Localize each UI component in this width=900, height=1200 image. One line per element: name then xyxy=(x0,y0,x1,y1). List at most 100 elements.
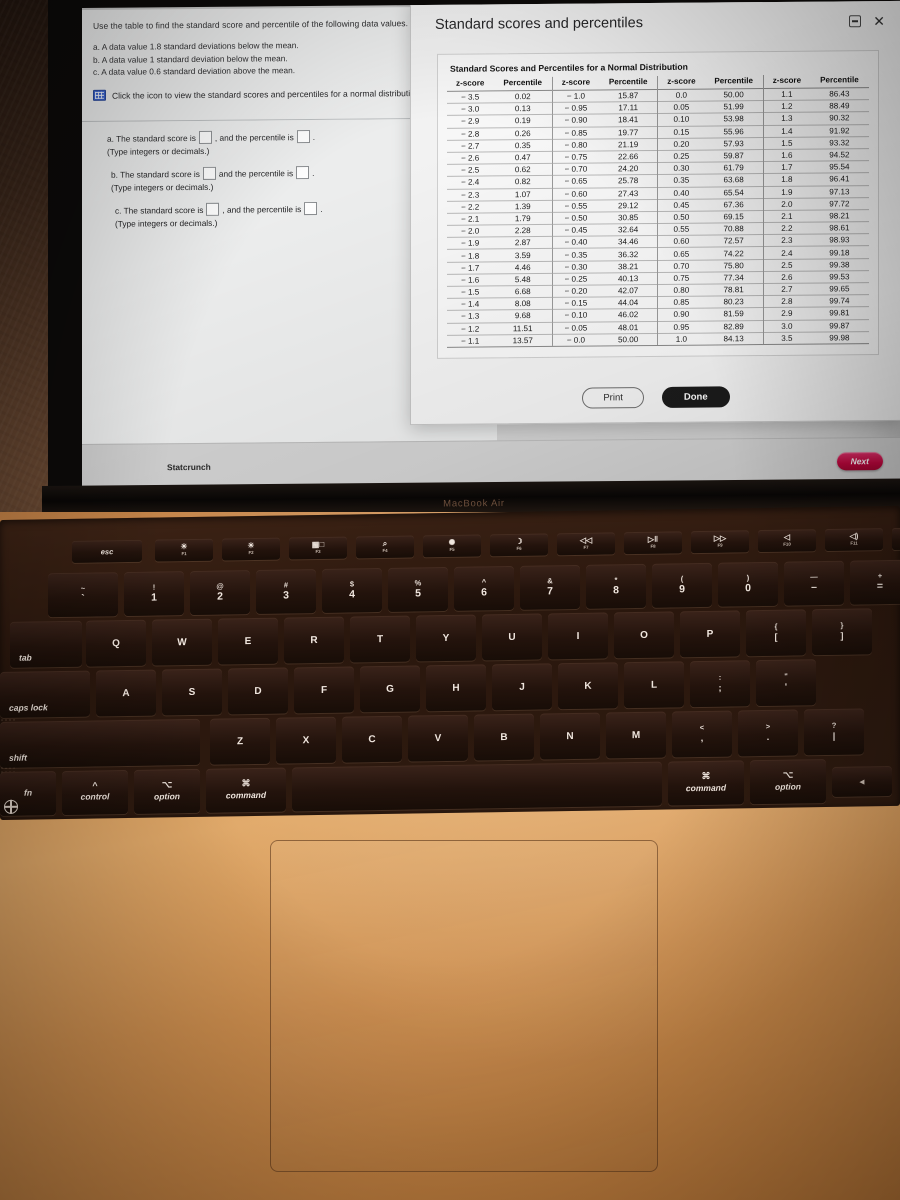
key-v[interactable]: V xyxy=(408,714,468,762)
key-y[interactable]: Y xyxy=(416,614,476,662)
table-cell: − 0.85 xyxy=(552,126,599,140)
table-cell: 99.74 xyxy=(809,294,869,308)
key-w[interactable]: W xyxy=(152,618,212,666)
table-grid-icon[interactable] xyxy=(93,89,106,102)
key-7[interactable]: & 7 xyxy=(520,564,580,610)
trackpad[interactable] xyxy=(270,840,658,1172)
key-i[interactable]: I xyxy=(548,612,608,660)
table-cell: 55.96 xyxy=(704,125,764,138)
key-f1[interactable]: ☀ F1 xyxy=(155,538,213,562)
key-tab[interactable]: tab xyxy=(10,620,82,668)
key-1[interactable]: ! 1 xyxy=(124,571,184,617)
key->[interactable]: >. xyxy=(738,709,798,757)
key-t[interactable]: T xyxy=(350,615,410,663)
table-cell: − 1.5 xyxy=(447,285,494,299)
key-{[interactable]: {[ xyxy=(746,609,806,657)
table-cell: 0.25 xyxy=(657,150,705,163)
key-}[interactable]: }] xyxy=(812,608,872,656)
key-f7[interactable]: ◁◁ F7 xyxy=(557,532,615,556)
key-f5[interactable]: ✺ F5 xyxy=(423,534,481,558)
key-`[interactable]: ~ ` xyxy=(48,572,118,618)
key-caps-lock[interactable]: caps lock xyxy=(0,670,90,718)
key-5[interactable]: % 5 xyxy=(388,566,448,612)
answer-b-percentile-input[interactable] xyxy=(296,166,310,180)
key-k[interactable]: K xyxy=(558,662,618,710)
key-?[interactable]: ? | xyxy=(804,708,864,756)
key-c[interactable]: C xyxy=(342,715,402,763)
key-j[interactable]: J xyxy=(492,663,552,711)
arrow-left-icon[interactable]: ◂ xyxy=(832,765,892,797)
table-cell: 70.88 xyxy=(704,222,764,236)
table-cell: 74.22 xyxy=(704,246,764,260)
key-f11[interactable]: ◁) F11 xyxy=(825,528,883,552)
key-p[interactable]: P xyxy=(680,610,740,658)
key-d[interactable]: D xyxy=(228,667,288,715)
dialog-window-controls: ✕ xyxy=(849,13,885,29)
key-x[interactable]: X xyxy=(276,716,336,764)
table-cell: − 1.0 xyxy=(552,89,599,103)
key-f3[interactable]: ▦□ F3 xyxy=(289,536,347,560)
answer-b-score-input[interactable] xyxy=(202,166,216,180)
key-4[interactable]: $4 xyxy=(322,567,382,613)
table-cell: − 2.5 xyxy=(447,164,494,177)
key-3[interactable]: #3 xyxy=(256,569,316,614)
key-s[interactable]: S xyxy=(162,668,222,716)
key-r[interactable]: R xyxy=(284,616,344,664)
key-top-label: ( xyxy=(680,574,684,584)
answer-c-score-input[interactable] xyxy=(206,202,220,216)
key-f8[interactable]: ▷‖ F8 xyxy=(624,531,682,555)
fn-key-glyph-icon: ▦□ xyxy=(311,539,325,550)
table-cell: 53.98 xyxy=(704,112,764,126)
key-"[interactable]: " ' xyxy=(756,659,816,707)
key-option[interactable]: ⌥ option xyxy=(134,768,200,814)
close-icon[interactable]: ✕ xyxy=(873,13,885,29)
answer-a-percentile-input[interactable] xyxy=(296,130,310,144)
minimize-icon[interactable] xyxy=(849,15,862,28)
done-button[interactable]: Done xyxy=(661,386,730,408)
key-a[interactable]: A xyxy=(96,669,156,717)
key-f6[interactable]: ☽ F6 xyxy=(490,533,548,557)
key-esc[interactable]: esc xyxy=(72,539,142,563)
key-0[interactable]: ) 0 xyxy=(718,561,778,607)
statcrunch-link[interactable]: Statcrunch xyxy=(167,461,211,471)
next-button[interactable]: Next xyxy=(836,451,883,470)
table-cell: − 0.10 xyxy=(552,309,599,322)
key-command[interactable]: ⌘ command xyxy=(668,760,744,806)
key-m[interactable]: M xyxy=(606,711,666,759)
key-h[interactable]: H xyxy=(426,664,486,712)
key-=[interactable]: + = xyxy=(850,559,900,605)
key-shift[interactable]: shift xyxy=(0,718,200,768)
key-n[interactable]: N xyxy=(540,712,600,760)
key-u[interactable]: U xyxy=(482,613,542,661)
key-e[interactable]: E xyxy=(218,617,278,665)
answer-c-percentile-input[interactable] xyxy=(304,201,318,216)
key-8[interactable]: * 8 xyxy=(586,563,646,609)
answer-a-score-input[interactable] xyxy=(198,130,212,144)
key-f4[interactable]: ⌕ F4 xyxy=(356,535,414,559)
key-f10[interactable]: ◁ F10 xyxy=(758,529,816,553)
key-b[interactable]: B xyxy=(474,713,534,761)
print-button[interactable]: Print xyxy=(582,387,644,409)
table-cell: 27.43 xyxy=(598,186,658,200)
keyboard[interactable]: esc ☀ F1 ☀ F2 ▦□ F3 ⌕ F4 ✺ F5 ☽ F6 ◁◁ F7 ▷‖ F8 ▷▷ F9 ◁ F10 ◁)… xyxy=(0,498,900,824)
key-g[interactable]: G xyxy=(360,665,420,713)
key-f[interactable]: F xyxy=(294,666,354,714)
key-<[interactable]: <, xyxy=(672,710,732,758)
key-control[interactable]: ^ control xyxy=(62,769,128,816)
key-option[interactable]: ⌥ option xyxy=(750,759,826,805)
key-space[interactable] xyxy=(292,761,662,812)
key-o[interactable]: O xyxy=(614,611,674,659)
key-:[interactable]: :; xyxy=(690,660,750,708)
key-q[interactable]: Q xyxy=(86,619,146,667)
key-2[interactable]: @2 xyxy=(190,570,250,616)
key-f12[interactable]: ◁))F12 xyxy=(892,527,900,550)
key-f2[interactable]: ☀ F2 xyxy=(222,537,280,561)
key-–[interactable]: — – xyxy=(784,560,844,606)
fn-key-glyph-icon: ◁) xyxy=(849,531,859,541)
key-f9[interactable]: ▷▷ F9 xyxy=(691,530,749,554)
key-command[interactable]: ⌘ command xyxy=(206,767,286,813)
key-9[interactable]: (9 xyxy=(652,562,712,608)
key-l[interactable]: L xyxy=(624,661,684,709)
key-6[interactable]: ^ 6 xyxy=(454,565,514,611)
key-z[interactable]: Z xyxy=(210,717,270,765)
